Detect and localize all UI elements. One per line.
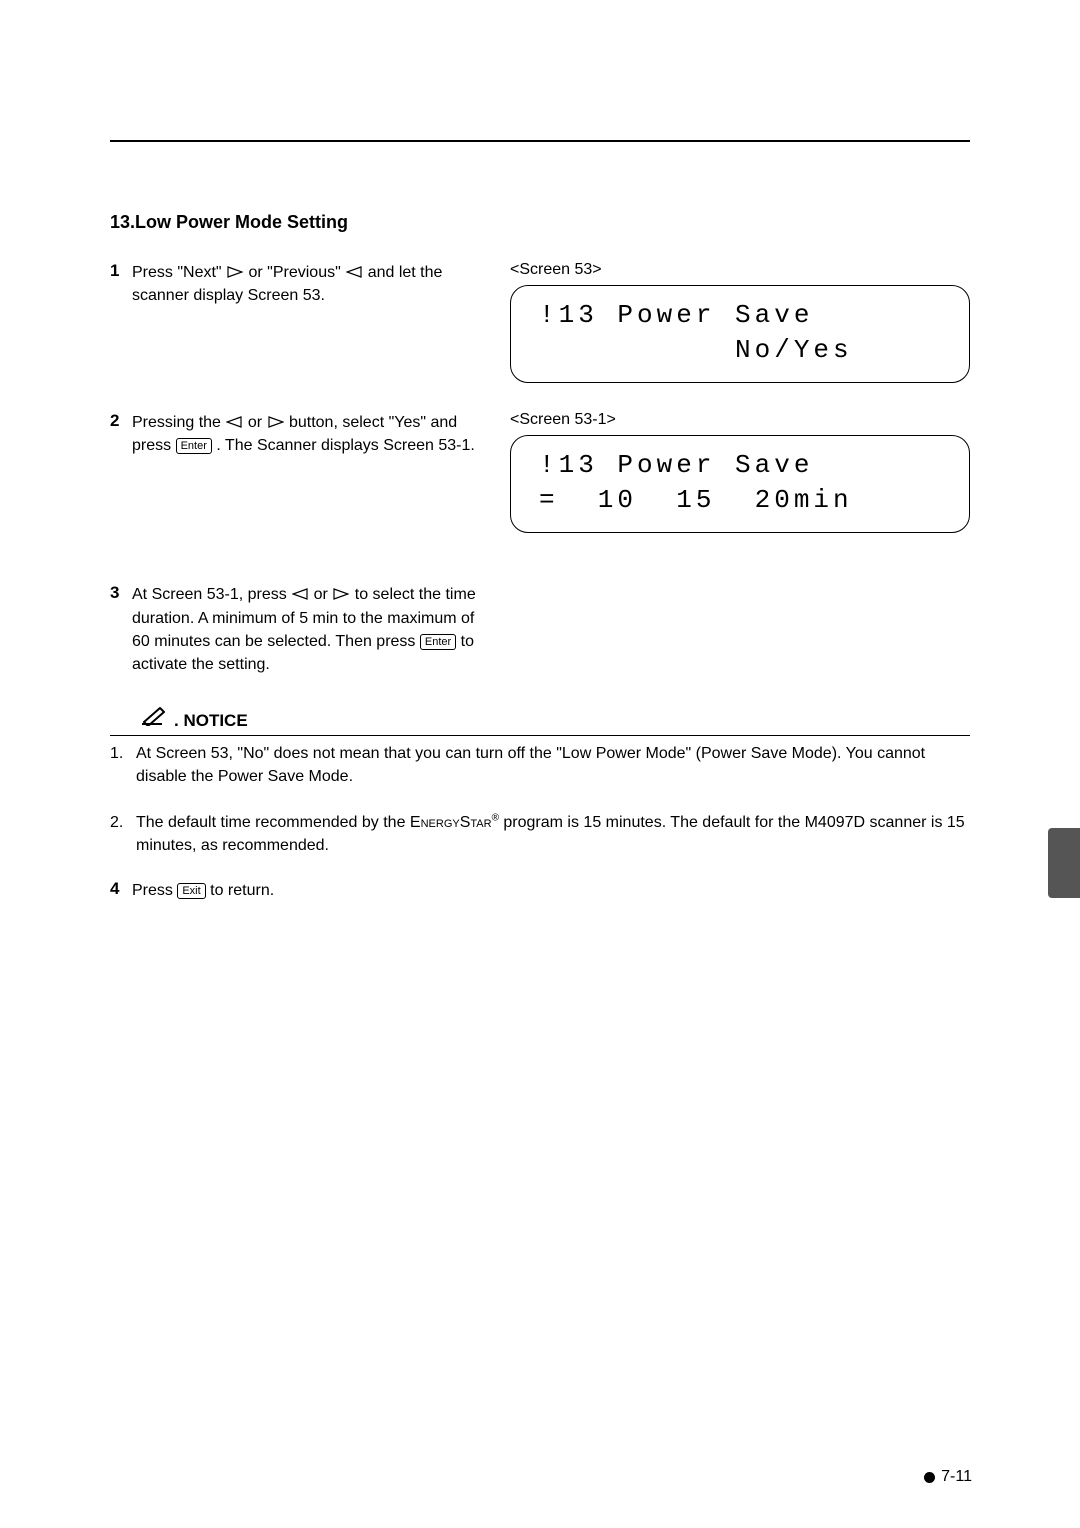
enter-keycap: Enter — [176, 438, 212, 454]
text: or "Previous" — [249, 264, 346, 281]
notice-header: . NOTICE — [110, 704, 970, 731]
enter-keycap: Enter — [420, 634, 456, 650]
left-arrow-icon — [226, 416, 242, 428]
lcd-line: !13 Power Save — [539, 450, 813, 480]
step-text: Press "Next" or "Previous" and let the s… — [132, 261, 490, 307]
lcd-line: No/Yes — [539, 335, 853, 365]
lcd-line: = 10 15 20min — [539, 485, 853, 515]
step-number: 1 — [110, 261, 132, 307]
smallcaps: tar — [470, 814, 491, 831]
notice-item-2: 2. The default time recommended by the E… — [110, 811, 970, 857]
smallcaps: nergy — [421, 814, 460, 831]
text: to return. — [210, 882, 274, 899]
list-number: 1. — [110, 742, 136, 788]
step-2: 2 Pressing the or button, select "Yes" a… — [110, 411, 490, 457]
text: Pressing the — [132, 414, 225, 431]
step-4: 4 Press Exit to return. — [110, 879, 970, 902]
step-number: 4 — [110, 879, 132, 902]
registered-mark: ® — [492, 812, 499, 823]
page-footer: 7-11 — [924, 1468, 972, 1486]
screen-label: <Screen 53-1> — [510, 411, 970, 429]
lcd-line: !13 Power Save — [539, 300, 813, 330]
page-number: 7-11 — [941, 1468, 972, 1486]
bullet-icon — [924, 1472, 935, 1483]
horizontal-rule — [110, 140, 970, 142]
left-arrow-icon — [346, 266, 362, 278]
notice-label: . NOTICE — [174, 711, 248, 731]
step-number: 3 — [110, 583, 132, 676]
text: or — [248, 414, 267, 431]
lcd-screen-53-1: !13 Power Save = 10 15 20min — [510, 435, 970, 533]
section-title: 13.Low Power Mode Setting — [110, 212, 970, 233]
right-arrow-icon — [268, 416, 284, 428]
right-arrow-icon — [333, 588, 349, 600]
text: Press — [132, 882, 177, 899]
step-text: Press Exit to return. — [132, 879, 274, 902]
text: At Screen 53-1, press — [132, 586, 291, 603]
text: The default time recommended by the E — [136, 814, 421, 831]
notice-item-1: 1. At Screen 53, "No" does not mean that… — [110, 742, 970, 788]
text: or — [314, 586, 333, 603]
pencil-icon — [140, 704, 170, 731]
notice-divider — [110, 735, 970, 736]
step-3: 3 At Screen 53-1, press or to select the… — [110, 583, 490, 676]
list-number: 2. — [110, 811, 136, 857]
left-arrow-icon — [292, 588, 308, 600]
exit-keycap: Exit — [177, 883, 205, 899]
right-arrow-icon — [227, 266, 243, 278]
lcd-screen-53: !13 Power Save No/Yes — [510, 285, 970, 383]
page-side-tab — [1048, 828, 1080, 898]
text: Press "Next" — [132, 264, 226, 281]
step-number: 2 — [110, 411, 132, 457]
notice-text: At Screen 53, "No" does not mean that yo… — [136, 742, 970, 788]
step-text: At Screen 53-1, press or to select the t… — [132, 583, 490, 676]
text: . The Scanner displays Screen 53-1. — [216, 437, 475, 454]
notice-text: The default time recommended by the Ener… — [136, 811, 970, 857]
screen-label: <Screen 53> — [510, 261, 970, 279]
step-text: Pressing the or button, select "Yes" and… — [132, 411, 490, 457]
text: S — [460, 814, 471, 831]
step-1: 1 Press "Next" or "Previous" and let the… — [110, 261, 490, 307]
